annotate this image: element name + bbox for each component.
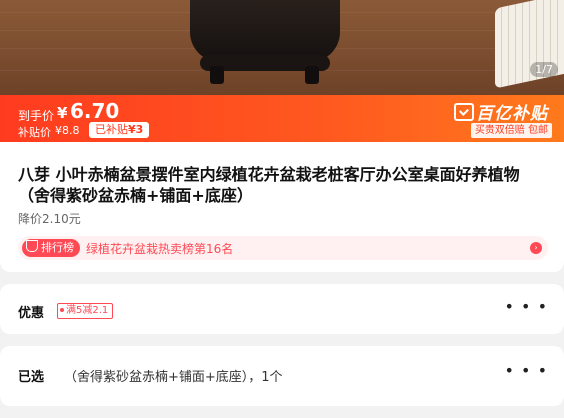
selection-label: 已选 xyxy=(18,370,45,385)
subsidy-check-icon xyxy=(454,103,474,121)
planter-stand-leg xyxy=(305,66,319,84)
trophy-icon xyxy=(26,240,38,252)
image-counter: 1/7 xyxy=(530,62,558,77)
subsidy-price-label: 补贴价 xyxy=(18,126,51,139)
price-banner: 到手价 ¥ 6.70 补贴价 ¥8.8 已补贴¥3 百亿补贴 买贵双倍赔 包邮 xyxy=(0,95,564,142)
guarantee-badge[interactable]: 买贵双倍赔 包邮 xyxy=(470,123,552,138)
currency-symbol: ¥ xyxy=(57,104,68,122)
product-title: 八芽 小叶赤楠盆景摆件室内绿植花卉盆栽老桩客厅办公室桌面好养植物（舍得紫砂盆赤楠… xyxy=(18,165,520,205)
discount-label: 优惠 xyxy=(18,306,45,321)
chevron-right-icon: › xyxy=(530,242,542,254)
product-image[interactable]: 1/7 xyxy=(0,0,564,95)
brand-logo: 百亿补贴 xyxy=(454,99,548,124)
discount-row[interactable]: 优惠 满5减2.1 • • • xyxy=(0,284,564,334)
selection-row[interactable]: 已选 （舍得紫砂盆赤楠+铺面+底座），1个 • • • xyxy=(0,346,564,406)
product-info-card: 八芽 小叶赤楠盆景摆件室内绿植花卉盆栽老桩客厅办公室桌面好养植物（舍得紫砂盆赤楠… xyxy=(0,142,564,272)
ranking-banner[interactable]: 排行榜 绿植花卉盆栽热卖榜第16名 › xyxy=(18,236,548,260)
ranking-badge: 排行榜 xyxy=(22,239,80,257)
ranking-text: 绿植花卉盆栽热卖榜第16名 xyxy=(86,242,234,256)
coupon-tag: 满5减2.1 xyxy=(57,303,114,319)
final-price: 6.70 xyxy=(70,99,120,123)
more-icon[interactable]: • • • xyxy=(505,299,548,315)
more-icon[interactable]: • • • xyxy=(505,363,548,379)
planter-stand-image xyxy=(190,0,340,62)
final-price-label: 到手价 xyxy=(18,109,55,123)
selected-variant: （舍得紫砂盆赤楠+铺面+底座），1个 xyxy=(64,370,283,385)
subsidy-tag: 已补贴¥3 xyxy=(89,122,150,138)
subsidy-price: ¥8.8 xyxy=(55,124,80,137)
planter-stand-leg xyxy=(210,66,224,84)
price-drop-text: 降价2.10元 xyxy=(18,212,81,226)
